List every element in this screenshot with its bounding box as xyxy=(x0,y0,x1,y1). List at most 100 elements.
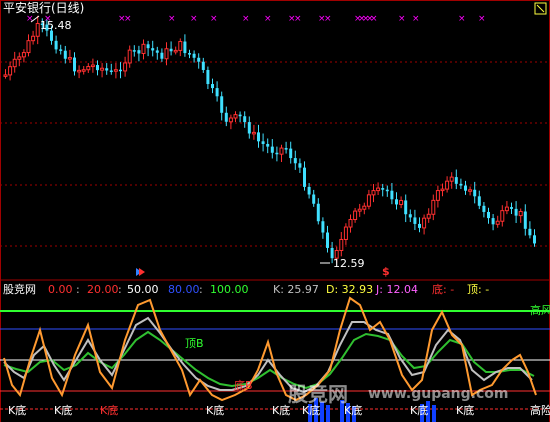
x-marker: × xyxy=(210,14,218,24)
signal-markers: × × ×× × × × × × ×× ×× ××××× × × × × xyxy=(26,14,486,24)
candle-body xyxy=(514,208,518,216)
candle-body xyxy=(418,223,421,228)
candle-body xyxy=(54,40,58,50)
candle-body xyxy=(343,226,348,240)
candle-body xyxy=(73,57,76,72)
candle-body xyxy=(303,167,306,187)
candle-body xyxy=(59,49,63,51)
candle-body xyxy=(449,176,454,182)
candle-body xyxy=(173,49,178,53)
candle-body xyxy=(371,190,376,196)
candle-body xyxy=(86,66,91,71)
candle-body xyxy=(495,220,500,225)
candle-body xyxy=(35,23,40,37)
candle-body xyxy=(155,50,159,53)
candle-body xyxy=(151,48,155,51)
param-80: 80.00 xyxy=(168,283,200,296)
candle-body xyxy=(228,117,233,123)
candle-body xyxy=(422,217,427,229)
candle-body xyxy=(215,88,219,97)
candle-body xyxy=(178,41,183,51)
candle-body xyxy=(105,68,109,71)
candle-body xyxy=(141,43,146,55)
candle-body xyxy=(326,232,329,248)
candle-body xyxy=(357,208,362,212)
low-price-label: 12.59 xyxy=(333,257,365,270)
param-50: 50.00 xyxy=(127,283,159,296)
candle-body xyxy=(289,148,293,159)
candle-body xyxy=(266,143,270,147)
candle-body xyxy=(390,190,394,200)
candle-body xyxy=(224,112,228,122)
candle-body xyxy=(440,188,445,192)
param-20: 20.00 xyxy=(87,283,119,296)
candle-body xyxy=(533,235,536,244)
candle-body xyxy=(510,207,513,209)
candle-body xyxy=(243,116,247,123)
candle-body xyxy=(233,114,238,119)
candle-body xyxy=(100,67,105,71)
candle-body xyxy=(67,57,72,60)
candle-body xyxy=(279,147,284,155)
candle-body xyxy=(17,56,22,60)
candle-body xyxy=(257,132,260,142)
candle-body xyxy=(109,70,113,73)
k-value: K: 25.97 xyxy=(273,283,319,296)
candle-body xyxy=(491,218,495,225)
k-di-label: K底 xyxy=(456,404,475,417)
candle-body xyxy=(307,186,311,195)
watermark-url: www.gupang.com xyxy=(368,386,509,402)
candle-body xyxy=(293,158,297,164)
candle-body xyxy=(404,200,408,215)
candle-body xyxy=(183,41,187,54)
candle-body xyxy=(270,146,274,153)
candle-body xyxy=(137,50,141,54)
x-marker: × xyxy=(458,14,466,24)
candle-body xyxy=(192,53,196,58)
k-di-label: K底 xyxy=(8,404,27,417)
candle-body xyxy=(298,163,302,168)
candle-body xyxy=(385,189,389,192)
k-di-label: K底 xyxy=(206,404,225,417)
candle-body xyxy=(119,69,122,72)
candle-body xyxy=(321,221,325,233)
candle-body xyxy=(188,53,191,55)
candle-body xyxy=(464,185,467,191)
param-0: 0.00 xyxy=(48,283,73,296)
candle-body xyxy=(413,217,417,224)
candle-body xyxy=(201,61,205,70)
candle-body xyxy=(445,180,450,190)
candle-body xyxy=(431,199,436,215)
candle-body xyxy=(164,48,169,60)
candle-body xyxy=(123,62,128,72)
candle-body xyxy=(454,177,458,184)
candle-body xyxy=(395,199,398,205)
ding-signal: 顶: - xyxy=(467,283,490,296)
signal-dollar-marker: $ xyxy=(382,265,390,278)
candle-body xyxy=(251,131,256,135)
candle-body xyxy=(504,206,509,212)
candle-body xyxy=(381,188,385,190)
candle-body xyxy=(399,199,404,205)
candle-body xyxy=(26,40,31,54)
d-value: D: 32.93 xyxy=(326,283,374,296)
x-marker: × xyxy=(26,14,34,24)
x-marker: × xyxy=(264,14,272,24)
candle-body xyxy=(81,69,86,72)
candle-body xyxy=(21,52,26,58)
candle-body xyxy=(348,219,353,228)
candle-body xyxy=(316,203,320,222)
high-price-label: 15.48 xyxy=(40,19,72,32)
candle-body xyxy=(211,84,214,89)
k-di-label: K底 xyxy=(100,404,119,417)
x-marker: × xyxy=(124,14,132,24)
candle-body xyxy=(426,213,431,219)
watermark-logo: 股竞网 xyxy=(288,382,348,406)
x-marker: × xyxy=(324,14,332,24)
candle-body xyxy=(90,64,95,68)
x-marker: × xyxy=(478,14,486,24)
candle-body xyxy=(146,44,150,49)
x-marker: × xyxy=(168,14,176,24)
x-marker: × xyxy=(294,14,302,24)
candle-body xyxy=(487,211,490,219)
